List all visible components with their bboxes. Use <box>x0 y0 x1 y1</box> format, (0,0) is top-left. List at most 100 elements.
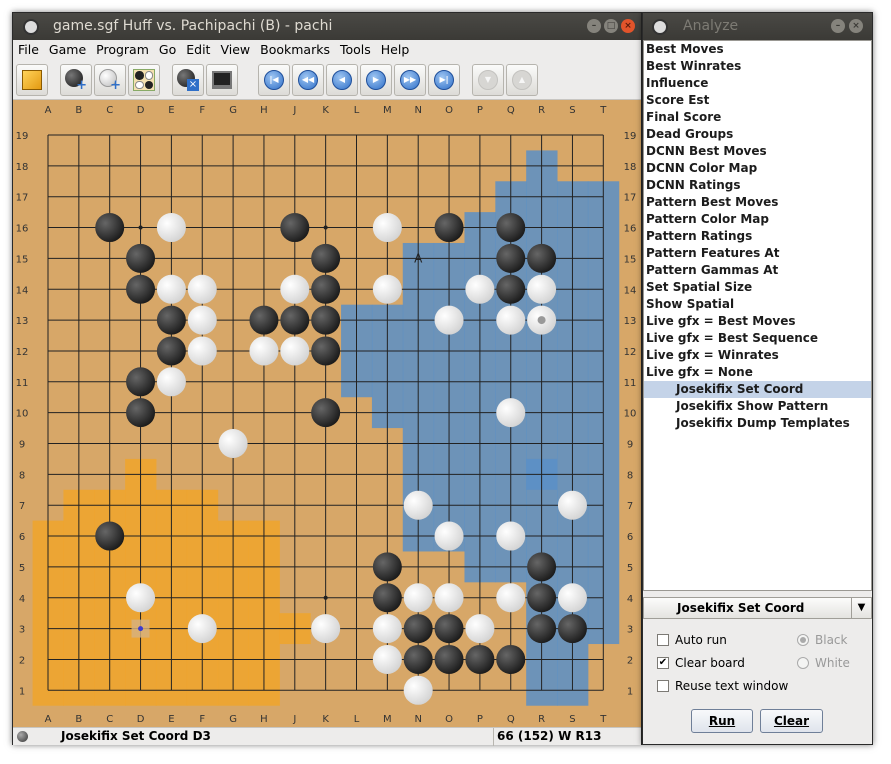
analyze-app-icon <box>652 19 668 35</box>
black-stone <box>311 274 341 304</box>
menu-game[interactable]: Game <box>44 40 91 59</box>
analyze-command-list[interactable]: Best Moves Best Winrates Influence Score Es… <box>643 40 872 591</box>
command-item[interactable]: Josekifix Show Pattern <box>644 398 871 415</box>
command-item[interactable]: Set Spatial Size <box>644 279 871 296</box>
white-stone <box>403 583 433 613</box>
maximize-icon[interactable]: □ <box>604 19 618 33</box>
reuse-text-window-check-box[interactable] <box>657 680 669 692</box>
board-coordinate: O <box>445 105 453 116</box>
forward-button[interactable]: ▶ <box>360 64 392 96</box>
menu-go[interactable]: Go <box>154 40 181 59</box>
board-coordinate: F <box>199 714 205 725</box>
command-item[interactable]: DCNN Ratings <box>644 177 871 194</box>
command-item[interactable]: Live gfx = Best Moves <box>644 313 871 330</box>
command-item[interactable]: Final Score <box>644 109 871 126</box>
minimize-icon[interactable]: – <box>587 19 601 33</box>
white-stone <box>249 336 279 366</box>
white-stone <box>187 305 217 335</box>
close-icon[interactable]: × <box>621 19 635 33</box>
command-item[interactable]: Live gfx = None <box>644 364 871 381</box>
board-coordinate: Q <box>507 714 515 725</box>
board-coordinate: R <box>538 714 545 725</box>
analyze-close-icon[interactable]: × <box>849 19 863 33</box>
analyze-minimize-icon[interactable]: – <box>831 19 845 33</box>
command-item[interactable]: Pattern Gammas At <box>644 262 871 279</box>
setup-position-button[interactable] <box>128 64 160 96</box>
white-radio[interactable]: White <box>797 656 850 670</box>
white-stone <box>156 274 186 304</box>
board-coordinate: 11 <box>16 378 29 389</box>
command-item[interactable]: Score Est <box>644 92 871 109</box>
command-item[interactable]: Best Winrates <box>644 58 871 75</box>
menu-bookmarks[interactable]: Bookmarks <box>255 40 335 59</box>
black-stone <box>496 213 526 243</box>
board-coordinate: M <box>383 714 392 725</box>
board-coordinate: 14 <box>624 285 637 296</box>
forward-ten-button[interactable]: ▶▶ <box>394 64 426 96</box>
go-end-button[interactable]: ▶| <box>428 64 460 96</box>
black-radio-button[interactable] <box>797 634 809 646</box>
add-black-stone-button[interactable]: + <box>60 64 92 96</box>
black-stone <box>156 336 186 366</box>
go-beginning-button[interactable]: |◀ <box>258 64 290 96</box>
black-radio[interactable]: Black <box>797 633 847 647</box>
command-item[interactable]: DCNN Best Moves <box>644 143 871 160</box>
board-coordinate: K <box>322 714 329 725</box>
command-item[interactable]: Live gfx = Winrates <box>644 347 871 364</box>
command-item[interactable]: Josekifix Set Coord <box>644 381 871 398</box>
main-window: game.sgf Huff vs. Pachipachi (B) - pachi… <box>12 12 642 746</box>
command-item[interactable]: Show Spatial <box>644 296 871 313</box>
detach-program-button[interactable]: × <box>172 64 204 96</box>
command-item[interactable]: Josekifix Dump Templates <box>644 415 871 432</box>
status-bar: Josekifix Set Coord D3 66 (152) W R13 <box>13 727 641 746</box>
white-stone <box>156 367 186 397</box>
black-stone <box>311 336 341 366</box>
command-item[interactable]: Pattern Best Moves <box>644 194 871 211</box>
command-item[interactable]: Influence <box>644 75 871 92</box>
go-board[interactable]: AABBCCDDEEFFGGHHJJKKLLMMNNOOPPQQRRSSTT19… <box>13 100 641 727</box>
add-white-stone-button[interactable]: + <box>94 64 126 96</box>
main-title-bar[interactable]: game.sgf Huff vs. Pachipachi (B) - pachi… <box>13 13 641 40</box>
black-stone <box>126 367 156 397</box>
board-coordinate: H <box>260 105 268 116</box>
back-ten-button[interactable]: ◀◀ <box>292 64 324 96</box>
analyze-title-bar[interactable]: Analyze – × <box>643 13 872 40</box>
menu-view[interactable]: View <box>215 40 255 59</box>
board-coordinate: R <box>538 105 545 116</box>
command-item[interactable]: Pattern Ratings <box>644 228 871 245</box>
clear-board-check-box[interactable]: ✔ <box>657 657 669 669</box>
white-stone <box>187 614 217 644</box>
menu-program[interactable]: Program <box>91 40 154 59</box>
selected-point-marker <box>138 626 144 632</box>
back-button[interactable]: ◀ <box>326 64 358 96</box>
go-board-area[interactable]: A A B B C C D D E E F F G G H H J J K K L L M M N N O O P P Q Q R R S S T T 19… <box>13 100 641 727</box>
menu-file[interactable]: File <box>13 40 44 59</box>
reuse-text-window-checkbox[interactable]: Reuse text window <box>657 679 788 693</box>
white-stone <box>557 583 587 613</box>
menu-help[interactable]: Help <box>376 40 415 59</box>
white-stone <box>496 583 526 613</box>
menu-tools[interactable]: Tools <box>335 40 376 59</box>
clear-button[interactable]: Clear <box>760 709 823 733</box>
auto-run-check-box[interactable] <box>657 634 669 646</box>
run-button[interactable]: Run <box>691 709 753 733</box>
board-coordinate: S <box>569 714 575 725</box>
auto-run-checkbox[interactable]: Auto run <box>657 633 727 647</box>
command-item[interactable]: Best Moves <box>644 41 871 58</box>
new-game-button[interactable] <box>16 64 48 96</box>
black-stone <box>527 614 557 644</box>
gtp-shell-button[interactable] <box>206 64 238 96</box>
white-stone <box>372 644 402 674</box>
clear-board-checkbox[interactable]: ✔ Clear board <box>657 656 745 670</box>
command-item[interactable]: Pattern Color Map <box>644 211 871 228</box>
analyze-command-combo[interactable]: Josekifix Set Coord ▼ <box>643 597 872 619</box>
menu-edit[interactable]: Edit <box>181 40 215 59</box>
chevron-down-icon[interactable]: ▼ <box>851 598 871 618</box>
command-item[interactable]: Dead Groups <box>644 126 871 143</box>
board-coordinate: F <box>199 105 205 116</box>
white-stone <box>434 521 464 551</box>
command-item[interactable]: DCNN Color Map <box>644 160 871 177</box>
white-radio-button[interactable] <box>797 657 809 669</box>
command-item[interactable]: Pattern Features At <box>644 245 871 262</box>
command-item[interactable]: Live gfx = Best Sequence <box>644 330 871 347</box>
